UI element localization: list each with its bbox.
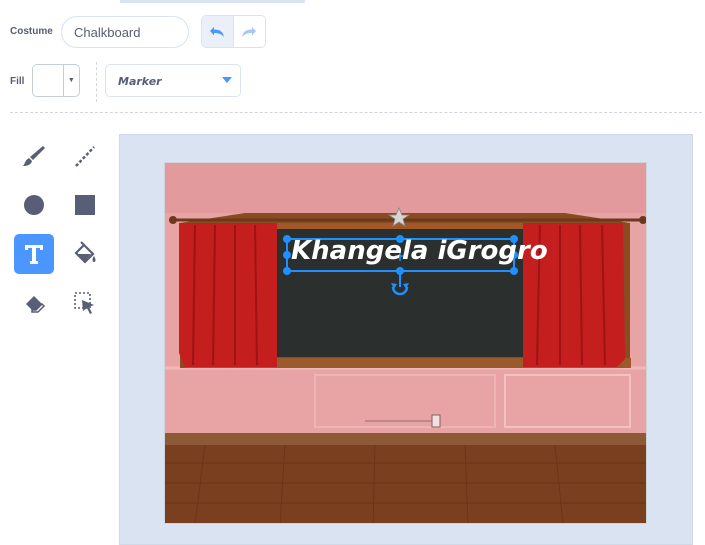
costume-label: Costume [10,26,53,37]
font-dropdown-value: Marker [118,75,162,88]
select-tool[interactable] [65,283,105,323]
toolbar-divider [96,62,97,102]
line-icon [75,146,95,167]
tab-edge [120,0,305,3]
text-icon [25,245,43,264]
eraser-icon [26,296,46,313]
rectangle-tool[interactable] [65,185,105,225]
caret-down-icon [222,77,232,83]
fill-color-swatch [33,65,63,96]
font-dropdown[interactable]: Marker [105,64,241,97]
undo-redo-group [201,15,266,48]
line-tool[interactable] [65,136,105,176]
undo-button[interactable] [202,16,234,47]
fill-font-row: Fill ▼ Marker [0,62,705,102]
circle-tool[interactable] [14,185,54,225]
costume-name-row: Costume [0,14,705,50]
redo-icon [242,26,257,37]
costume-canvas[interactable] [164,162,647,524]
fill-tool[interactable] [65,234,105,274]
rectangle-icon [75,195,95,215]
text-tool[interactable] [14,234,54,274]
redo-button[interactable] [233,16,265,47]
circle-icon [24,195,44,215]
toolbar-separator [10,112,702,113]
select-icon [74,292,94,314]
eraser-tool[interactable] [14,283,54,323]
editor-tab-strip [0,0,705,4]
chevron-down-icon: ▼ [62,65,79,96]
undo-icon [210,26,225,37]
paint-bucket-icon [74,241,96,264]
fill-label: Fill [10,76,25,87]
text-element[interactable]: Khangela iGrogro [291,236,548,266]
chalkboard-stage-image [165,163,646,523]
brush-tool[interactable] [14,136,54,176]
costume-name-input[interactable] [61,16,189,48]
brush-icon [23,146,45,166]
fill-color-picker[interactable]: ▼ [32,64,80,97]
